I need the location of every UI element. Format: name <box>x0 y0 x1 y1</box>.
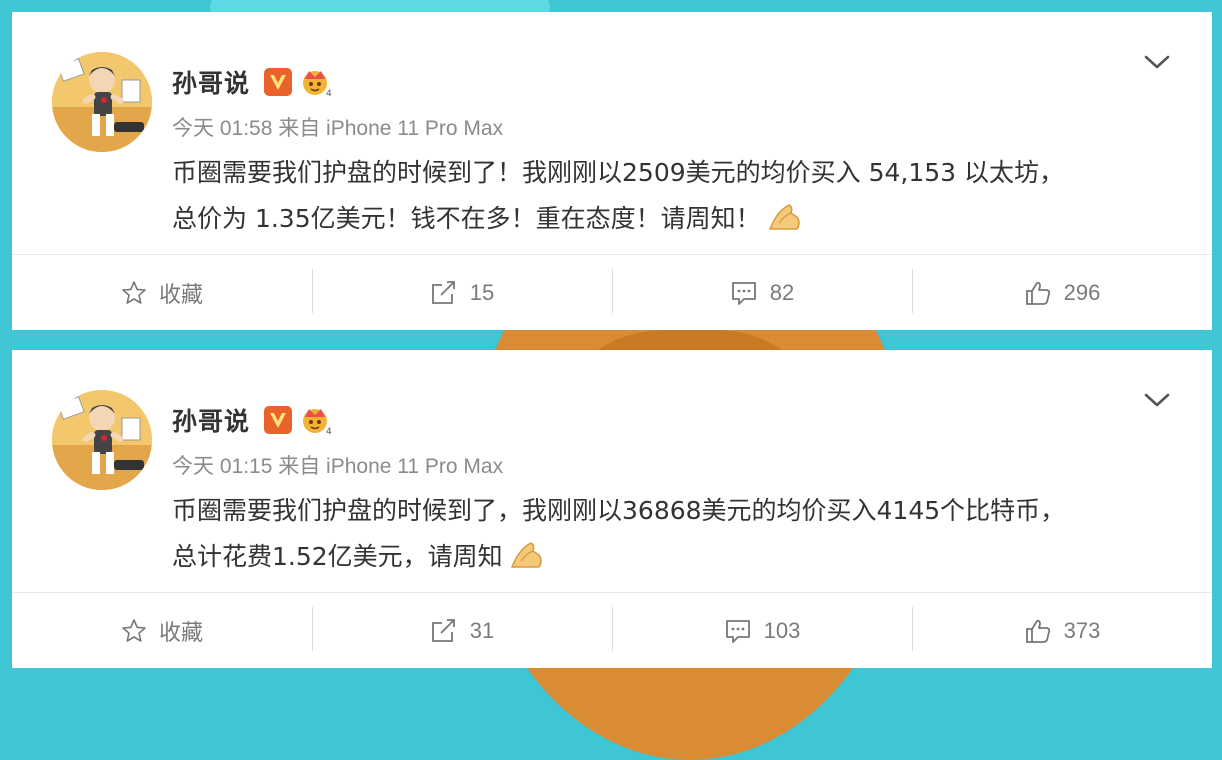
repost-button[interactable]: 31 <box>312 593 612 668</box>
chevron-down-icon[interactable] <box>1142 388 1172 412</box>
like-count: 373 <box>1063 617 1101 643</box>
post-text: 币圈需要我们护盘的时候到了，我刚刚以36868美元的均价买入4145个比特币， … <box>172 488 1172 580</box>
weibo-post-card: 孙哥说 4 今天 01:58 来自 iPhone 11 Pro Max 币圈需要… <box>12 12 1212 330</box>
repost-button[interactable]: 15 <box>312 255 612 330</box>
star-icon <box>122 280 146 304</box>
post-meta: 今天 01:58 来自 iPhone 11 Pro Max <box>172 117 504 140</box>
chevron-down-icon[interactable] <box>1142 50 1172 74</box>
favorite-button[interactable]: 收藏 <box>12 255 312 330</box>
post-text: 币圈需要我们护盘的时候到了！我刚刚以2509美元的均价买入 54,153 以太坊… <box>172 150 1172 242</box>
star-icon <box>122 618 146 642</box>
post-header: 孙哥说 4 今天 01:58 来自 iPhone 11 Pro Max 币圈需要… <box>12 12 1212 254</box>
favorite-button[interactable]: 收藏 <box>12 593 312 668</box>
comment-button[interactable]: 82 <box>612 255 912 330</box>
folded-hands-emoji <box>509 539 549 571</box>
action-bar: 收藏 15 82 296 <box>12 255 1212 330</box>
repost-icon <box>431 618 455 642</box>
post-text-line: 总计花费1.52亿美元，请周知 <box>172 534 1172 580</box>
author-name[interactable]: 孙哥说 <box>172 402 250 438</box>
favorite-label: 收藏 <box>158 619 203 645</box>
repost-count: 15 <box>469 279 495 305</box>
favorite-label: 收藏 <box>158 281 203 307</box>
repost-icon <box>431 280 455 304</box>
vip-crown-icon: 4 <box>300 405 334 437</box>
like-count: 296 <box>1063 279 1101 305</box>
verified-v-icon <box>264 406 293 434</box>
action-bar: 收藏 31 103 373 <box>12 593 1212 668</box>
comment-count: 82 <box>769 279 795 305</box>
comment-icon <box>725 619 750 643</box>
post-text-line: 币圈需要我们护盘的时候到了！我刚刚以2509美元的均价买入 54,153 以太坊… <box>172 158 1064 187</box>
folded-hands-emoji <box>767 201 807 233</box>
avatar[interactable] <box>52 390 152 490</box>
vip-crown-icon: 4 <box>300 67 334 99</box>
author-name[interactable]: 孙哥说 <box>172 64 250 100</box>
repost-count: 31 <box>469 617 495 643</box>
like-button[interactable]: 296 <box>912 255 1212 330</box>
post-meta: 今天 01:15 来自 iPhone 11 Pro Max <box>172 455 504 478</box>
comment-icon <box>731 281 756 305</box>
weibo-post-card: 孙哥说 4 今天 01:15 来自 iPhone 11 Pro Max 币圈需要… <box>12 350 1212 668</box>
post-text-line: 币圈需要我们护盘的时候到了，我刚刚以36868美元的均价买入4145个比特币， <box>172 496 1066 525</box>
post-text-line: 总价为 1.35亿美元！钱不在多！重在态度！请周知！ <box>172 196 1172 242</box>
svg-text:4: 4 <box>326 427 332 435</box>
avatar[interactable] <box>52 52 152 152</box>
svg-text:4: 4 <box>326 89 332 97</box>
verified-v-icon <box>264 68 293 96</box>
like-button[interactable]: 373 <box>912 593 1212 668</box>
thumbs-up-icon <box>1025 619 1050 643</box>
post-header: 孙哥说 4 今天 01:15 来自 iPhone 11 Pro Max 币圈需要… <box>12 350 1212 592</box>
comment-button[interactable]: 103 <box>612 593 912 668</box>
comment-count: 103 <box>763 617 801 643</box>
thumbs-up-icon <box>1025 281 1050 305</box>
